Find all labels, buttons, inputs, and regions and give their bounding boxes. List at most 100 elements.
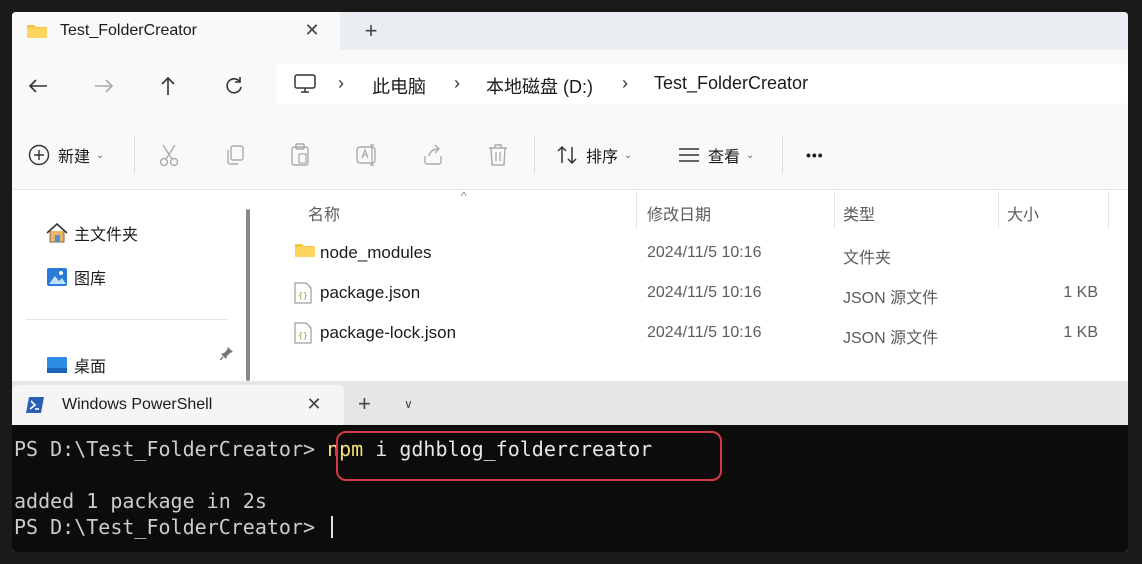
column-header-name[interactable]: 名称: [308, 201, 340, 225]
desktop-icon: [47, 357, 67, 373]
file-date: 2024/11/5 10:16: [647, 284, 762, 301]
view-button[interactable]: 查看 ⌄: [678, 142, 754, 168]
breadcrumb-current-folder[interactable]: Test_FolderCreator: [654, 73, 808, 94]
terminal-line-output: added 1 package in 2s: [14, 489, 267, 513]
nav-divider: [26, 319, 228, 320]
sort-icon: [557, 145, 577, 165]
new-button[interactable]: 新建 ⌄: [28, 142, 104, 168]
trash-icon: [489, 144, 507, 166]
column-header-size[interactable]: 大小: [1007, 201, 1039, 225]
explorer-tab[interactable]: Test_FolderCreator ✕: [12, 12, 340, 50]
up-arrow-icon[interactable]: [154, 72, 182, 100]
command-highlight-box: [336, 431, 722, 481]
file-type: JSON 源文件: [843, 290, 939, 307]
svg-text:{}: {}: [298, 331, 308, 340]
screenshot-frame: Test_FolderCreator ✕ + › 此电脑 › 本地磁盘 (D:): [12, 12, 1128, 552]
view-list-icon: [679, 148, 699, 162]
column-divider[interactable]: [998, 191, 999, 229]
breadcrumb-local-disk[interactable]: 本地磁盘 (D:): [486, 73, 593, 99]
folder-icon: [295, 244, 315, 257]
paste-icon: [291, 143, 309, 166]
nav-item-desktop[interactable]: 桌面: [46, 353, 106, 377]
explorer-nav-bar: › 此电脑 › 本地磁盘 (D:) › Test_FolderCreator: [12, 50, 1128, 118]
column-header-type[interactable]: 类型: [843, 201, 875, 225]
new-button-label: 新建: [58, 149, 91, 166]
json-file-icon: {}: [294, 322, 312, 344]
new-tab-button[interactable]: +: [358, 18, 384, 44]
close-tab-icon[interactable]: ✕: [303, 394, 325, 415]
terminal-prompt: PS D:\Test_FolderCreator>: [14, 515, 328, 539]
sort-button[interactable]: 排序 ⌄: [556, 142, 632, 168]
pin-icon[interactable]: [220, 346, 234, 360]
terminal-prompt: PS D:\Test_FolderCreator>: [14, 437, 328, 461]
copy-icon: [227, 145, 244, 165]
explorer-tab-bar: Test_FolderCreator ✕ +: [12, 12, 1128, 50]
json-file-icon: {}: [294, 282, 312, 304]
add-circle-icon: [28, 144, 50, 166]
explorer-body: 主文件夹 图库 桌面 ^ 名称 修改日期 类型 大小 node_modules …: [12, 189, 1128, 381]
breadcrumb-separator: ›: [622, 73, 628, 93]
file-date: 2024/11/5 10:16: [647, 244, 762, 261]
breadcrumb-separator: ›: [338, 73, 344, 93]
chevron-down-icon[interactable]: ∨: [404, 397, 413, 411]
close-tab-icon[interactable]: ✕: [301, 19, 323, 41]
file-row[interactable]: node_modules 2024/11/5 10:16 文件夹: [282, 232, 1128, 272]
home-icon: [46, 223, 68, 243]
cut-button[interactable]: [158, 142, 180, 168]
share-button[interactable]: [422, 142, 444, 168]
explorer-tab-title: Test_FolderCreator: [60, 22, 197, 39]
this-pc-icon: [294, 74, 316, 93]
file-row[interactable]: {} package-lock.json 2024/11/5 10:16 JSO…: [282, 312, 1128, 352]
cut-icon: [159, 144, 179, 167]
chevron-down-icon: ⌄: [624, 149, 633, 161]
share-icon: [424, 144, 442, 165]
sort-button-label: 排序: [586, 149, 619, 166]
svg-text:{}: {}: [298, 291, 308, 300]
nav-pane-scrollbar[interactable]: [246, 209, 250, 381]
toolbar-divider: [534, 136, 535, 174]
explorer-command-bar: 新建 ⌄ 排序 ⌄ 查看 ⌄ •••: [12, 118, 1128, 190]
rename-button[interactable]: [356, 142, 380, 168]
terminal-line-prompt: PS D:\Test_FolderCreator>: [14, 515, 334, 539]
column-divider[interactable]: [636, 191, 637, 229]
terminal-output[interactable]: PS D:\Test_FolderCreator> npm i gdhblog_…: [12, 425, 1128, 552]
text-cursor: [331, 516, 334, 538]
breadcrumb-separator: ›: [454, 73, 460, 93]
terminal-tab[interactable]: Windows PowerShell ✕: [12, 385, 344, 425]
column-divider[interactable]: [834, 191, 835, 229]
view-button-label: 查看: [708, 149, 741, 166]
chevron-down-icon: ⌄: [746, 149, 755, 161]
nav-item-label: 图库: [74, 271, 107, 288]
rename-icon: [356, 144, 376, 166]
column-divider[interactable]: [1108, 191, 1109, 229]
file-date: 2024/11/5 10:16: [647, 324, 762, 341]
file-name: node_modules: [320, 243, 432, 262]
file-type: JSON 源文件: [843, 330, 939, 347]
back-arrow-icon[interactable]: [24, 72, 52, 100]
powershell-icon: [26, 397, 44, 413]
nav-item-gallery[interactable]: 图库: [46, 265, 106, 289]
sort-indicator-icon: ^: [461, 189, 467, 203]
file-size: 1 KB: [1063, 324, 1098, 341]
breadcrumb-this-pc[interactable]: 此电脑: [372, 73, 426, 99]
folder-icon: [27, 25, 47, 38]
copy-button[interactable]: [224, 142, 246, 168]
toolbar-divider: [134, 136, 135, 174]
delete-button[interactable]: [488, 142, 508, 168]
refresh-icon[interactable]: [220, 72, 248, 100]
file-row[interactable]: {} package.json 2024/11/5 10:16 JSON 源文件…: [282, 272, 1128, 312]
more-options-icon[interactable]: •••: [806, 142, 824, 168]
navigation-pane: 主文件夹 图库 桌面: [12, 191, 256, 381]
terminal-tab-bar: Windows PowerShell ✕ + ∨: [12, 381, 1128, 425]
paste-button[interactable]: [290, 142, 310, 168]
file-name: package.json: [320, 283, 421, 302]
new-tab-button[interactable]: +: [358, 391, 371, 417]
forward-arrow-icon[interactable]: [90, 72, 118, 100]
nav-item-label: 主文件夹: [74, 227, 139, 244]
file-name: package-lock.json: [320, 323, 457, 342]
file-type: 文件夹: [843, 250, 892, 267]
nav-item-home[interactable]: 主文件夹: [46, 221, 138, 245]
toolbar-divider: [782, 136, 783, 174]
column-header-date[interactable]: 修改日期: [647, 201, 711, 225]
address-bar[interactable]: › 此电脑 › 本地磁盘 (D:) › Test_FolderCreator: [276, 64, 1128, 104]
